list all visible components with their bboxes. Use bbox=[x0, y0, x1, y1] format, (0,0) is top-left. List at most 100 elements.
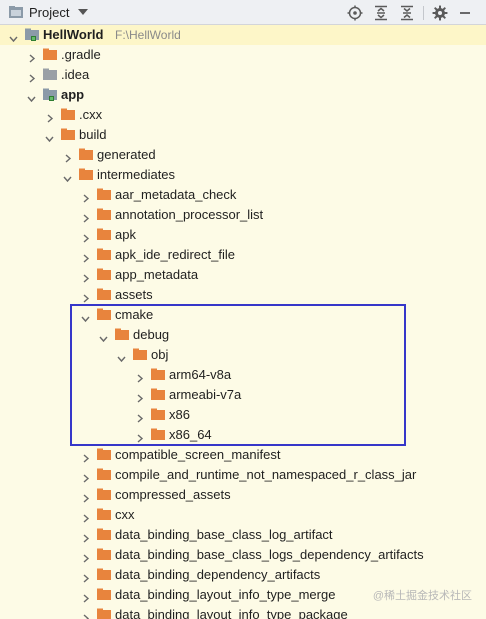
tree-row[interactable]: HellWorld F:\HellWorld bbox=[0, 25, 486, 45]
chevron-right-icon[interactable] bbox=[81, 231, 90, 243]
collapse-all-icon[interactable] bbox=[398, 4, 416, 22]
folder-icon bbox=[97, 468, 111, 481]
tree-item-label: HellWorld bbox=[43, 27, 104, 42]
chevron-right-icon[interactable] bbox=[81, 191, 90, 203]
chevron-right-icon[interactable] bbox=[135, 391, 144, 403]
tree-item-label: x86 bbox=[169, 407, 190, 422]
chevron-right-icon[interactable] bbox=[135, 431, 144, 443]
tree-row[interactable]: apk bbox=[0, 225, 486, 245]
chevron-down-icon[interactable] bbox=[9, 31, 18, 43]
folder-icon bbox=[97, 548, 111, 561]
locate-icon[interactable] bbox=[346, 4, 364, 22]
tree-row[interactable]: aar_metadata_check bbox=[0, 185, 486, 205]
tree-row[interactable]: apk_ide_redirect_file bbox=[0, 245, 486, 265]
chevron-right-icon[interactable] bbox=[81, 571, 90, 583]
chevron-right-icon[interactable] bbox=[81, 531, 90, 543]
tree-row[interactable]: data_binding_layout_info_type_package bbox=[0, 605, 486, 619]
tree-row[interactable]: annotation_processor_list bbox=[0, 205, 486, 225]
tree-item-label: data_binding_base_class_logs_dependency_… bbox=[115, 547, 424, 562]
project-view-title[interactable]: Project bbox=[29, 5, 69, 20]
tree-item-label: build bbox=[79, 127, 107, 142]
chevron-right-icon[interactable] bbox=[81, 451, 90, 463]
chevron-right-icon[interactable] bbox=[81, 211, 90, 223]
tree-row[interactable]: .cxx bbox=[0, 105, 486, 125]
project-toolbar: Project bbox=[0, 0, 486, 25]
chevron-right-icon[interactable] bbox=[81, 471, 90, 483]
tree-item-label: app_metadata bbox=[115, 267, 199, 282]
chevron-down-icon[interactable] bbox=[117, 351, 126, 363]
tree-item-label: obj bbox=[151, 347, 169, 362]
tree-item-label: arm64-v8a bbox=[169, 367, 232, 382]
folder-icon bbox=[97, 448, 111, 461]
chevron-right-icon[interactable] bbox=[63, 151, 72, 163]
folder-icon bbox=[97, 288, 111, 301]
tree-row[interactable]: data_binding_base_class_log_artifact bbox=[0, 525, 486, 545]
chevron-right-icon[interactable] bbox=[135, 411, 144, 423]
tree-row[interactable]: .idea bbox=[0, 65, 486, 85]
tree-item-label: compressed_assets bbox=[115, 487, 231, 502]
module-folder-icon bbox=[43, 88, 57, 101]
tree-item-label: .idea bbox=[61, 67, 90, 82]
tree-item-label: data_binding_base_class_log_artifact bbox=[115, 527, 333, 542]
tree-row[interactable]: x86_64 bbox=[0, 425, 486, 445]
tree-item-label: data_binding_layout_info_type_merge bbox=[115, 587, 336, 602]
tree-item-label: intermediates bbox=[97, 167, 176, 182]
chevron-right-icon[interactable] bbox=[81, 271, 90, 283]
chevron-right-icon[interactable] bbox=[45, 111, 54, 123]
chevron-down-icon[interactable] bbox=[27, 91, 36, 103]
chevron-down-icon[interactable] bbox=[63, 171, 72, 183]
folder-icon bbox=[115, 328, 129, 341]
tree-item-label: data_binding_dependency_artifacts bbox=[115, 567, 321, 582]
folder-icon bbox=[97, 528, 111, 541]
tree-row[interactable]: compile_and_runtime_not_namespaced_r_cla… bbox=[0, 465, 486, 485]
gear-icon[interactable] bbox=[431, 4, 449, 22]
folder-icon bbox=[97, 208, 111, 221]
chevron-right-icon[interactable] bbox=[81, 291, 90, 303]
tree-row[interactable]: .gradle bbox=[0, 45, 486, 65]
tree-row[interactable]: assets bbox=[0, 285, 486, 305]
folder-icon bbox=[79, 148, 93, 161]
tree-row[interactable]: app_metadata bbox=[0, 265, 486, 285]
tree-row[interactable]: cxx bbox=[0, 505, 486, 525]
chevron-right-icon[interactable] bbox=[135, 371, 144, 383]
chevron-right-icon[interactable] bbox=[27, 71, 36, 83]
project-path: F:\HellWorld bbox=[115, 28, 181, 42]
tree-row[interactable]: armeabi-v7a bbox=[0, 385, 486, 405]
tree-item-label: data_binding_layout_info_type_package bbox=[115, 607, 348, 619]
minimize-icon[interactable] bbox=[456, 4, 474, 22]
tree-row[interactable]: app bbox=[0, 85, 486, 105]
folder-icon bbox=[151, 388, 165, 401]
chevron-down-icon[interactable] bbox=[45, 131, 54, 143]
tree-item-label: apk bbox=[115, 227, 136, 242]
chevron-right-icon[interactable] bbox=[81, 511, 90, 523]
tree-row[interactable]: data_binding_base_class_logs_dependency_… bbox=[0, 545, 486, 565]
tree-row[interactable]: data_binding_dependency_artifacts bbox=[0, 565, 486, 585]
tree-row[interactable]: build bbox=[0, 125, 486, 145]
tree-row[interactable]: x86 bbox=[0, 405, 486, 425]
folder-icon bbox=[61, 108, 75, 121]
tree-row[interactable]: intermediates bbox=[0, 165, 486, 185]
tree-row[interactable]: debug bbox=[0, 325, 486, 345]
expand-all-icon[interactable] bbox=[372, 4, 390, 22]
tree-row[interactable]: compatible_screen_manifest bbox=[0, 445, 486, 465]
chevron-right-icon[interactable] bbox=[81, 611, 90, 619]
tree-item-label: debug bbox=[133, 327, 170, 342]
chevron-down-icon[interactable] bbox=[81, 311, 90, 323]
project-tree[interactable]: HellWorld F:\HellWorld .gradle .idea app .cxx… bbox=[0, 25, 486, 619]
tree-item-label: .cxx bbox=[79, 107, 103, 122]
tree-item-label: generated bbox=[97, 147, 156, 162]
tree-row[interactable]: obj bbox=[0, 345, 486, 365]
chevron-right-icon[interactable] bbox=[81, 551, 90, 563]
tree-row[interactable]: compressed_assets bbox=[0, 485, 486, 505]
chevron-down-icon[interactable] bbox=[78, 9, 88, 15]
chevron-right-icon[interactable] bbox=[81, 491, 90, 503]
tree-row[interactable]: cmake bbox=[0, 305, 486, 325]
tree-row[interactable]: arm64-v8a bbox=[0, 365, 486, 385]
folder-icon bbox=[97, 608, 111, 619]
chevron-right-icon[interactable] bbox=[81, 591, 90, 603]
tree-row[interactable]: generated bbox=[0, 145, 486, 165]
chevron-right-icon[interactable] bbox=[27, 51, 36, 63]
chevron-right-icon[interactable] bbox=[81, 251, 90, 263]
chevron-down-icon[interactable] bbox=[99, 331, 108, 343]
folder-icon bbox=[151, 368, 165, 381]
